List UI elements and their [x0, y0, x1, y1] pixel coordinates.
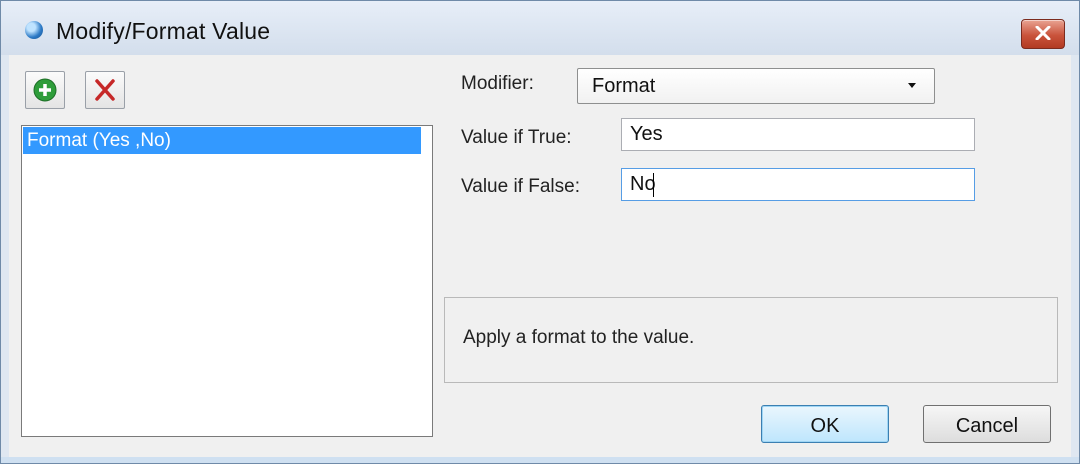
- list-item[interactable]: Format (Yes ,No): [23, 127, 421, 154]
- value-if-false-label: Value if False:: [461, 176, 580, 197]
- dialog-body: Format (Yes ,No) Modifier: Format Value …: [9, 55, 1071, 457]
- value-if-true-input[interactable]: [621, 118, 975, 151]
- title-bar[interactable]: Modify/Format Value: [1, 1, 1079, 55]
- value-if-false-input[interactable]: [621, 168, 975, 201]
- description-panel: Apply a format to the value.: [444, 297, 1058, 383]
- value-if-true-label: Value if True:: [461, 127, 572, 148]
- modifiers-list[interactable]: Format (Yes ,No): [21, 125, 433, 437]
- close-button[interactable]: [1021, 19, 1065, 49]
- ok-button[interactable]: OK: [761, 405, 889, 443]
- chevron-down-icon: [908, 83, 916, 88]
- dialog-window: Modify/Format Value Format (Yes ,No) Mod…: [0, 0, 1080, 464]
- add-circle-icon: [33, 78, 57, 102]
- add-button[interactable]: [25, 71, 65, 109]
- window-title: Modify/Format Value: [56, 18, 271, 44]
- modifier-dropdown[interactable]: Format: [577, 68, 935, 104]
- cancel-button[interactable]: Cancel: [923, 405, 1051, 443]
- close-icon: [1035, 26, 1051, 40]
- text-caret: [653, 173, 654, 197]
- modifier-selected-value: Format: [592, 75, 656, 97]
- delete-button[interactable]: [85, 71, 125, 109]
- window-frame-bottom: [1, 457, 1079, 463]
- delete-x-icon: [95, 79, 115, 101]
- app-globe-icon: [25, 21, 43, 39]
- modifier-label: Modifier:: [461, 73, 534, 94]
- description-text: Apply a format to the value.: [463, 327, 695, 348]
